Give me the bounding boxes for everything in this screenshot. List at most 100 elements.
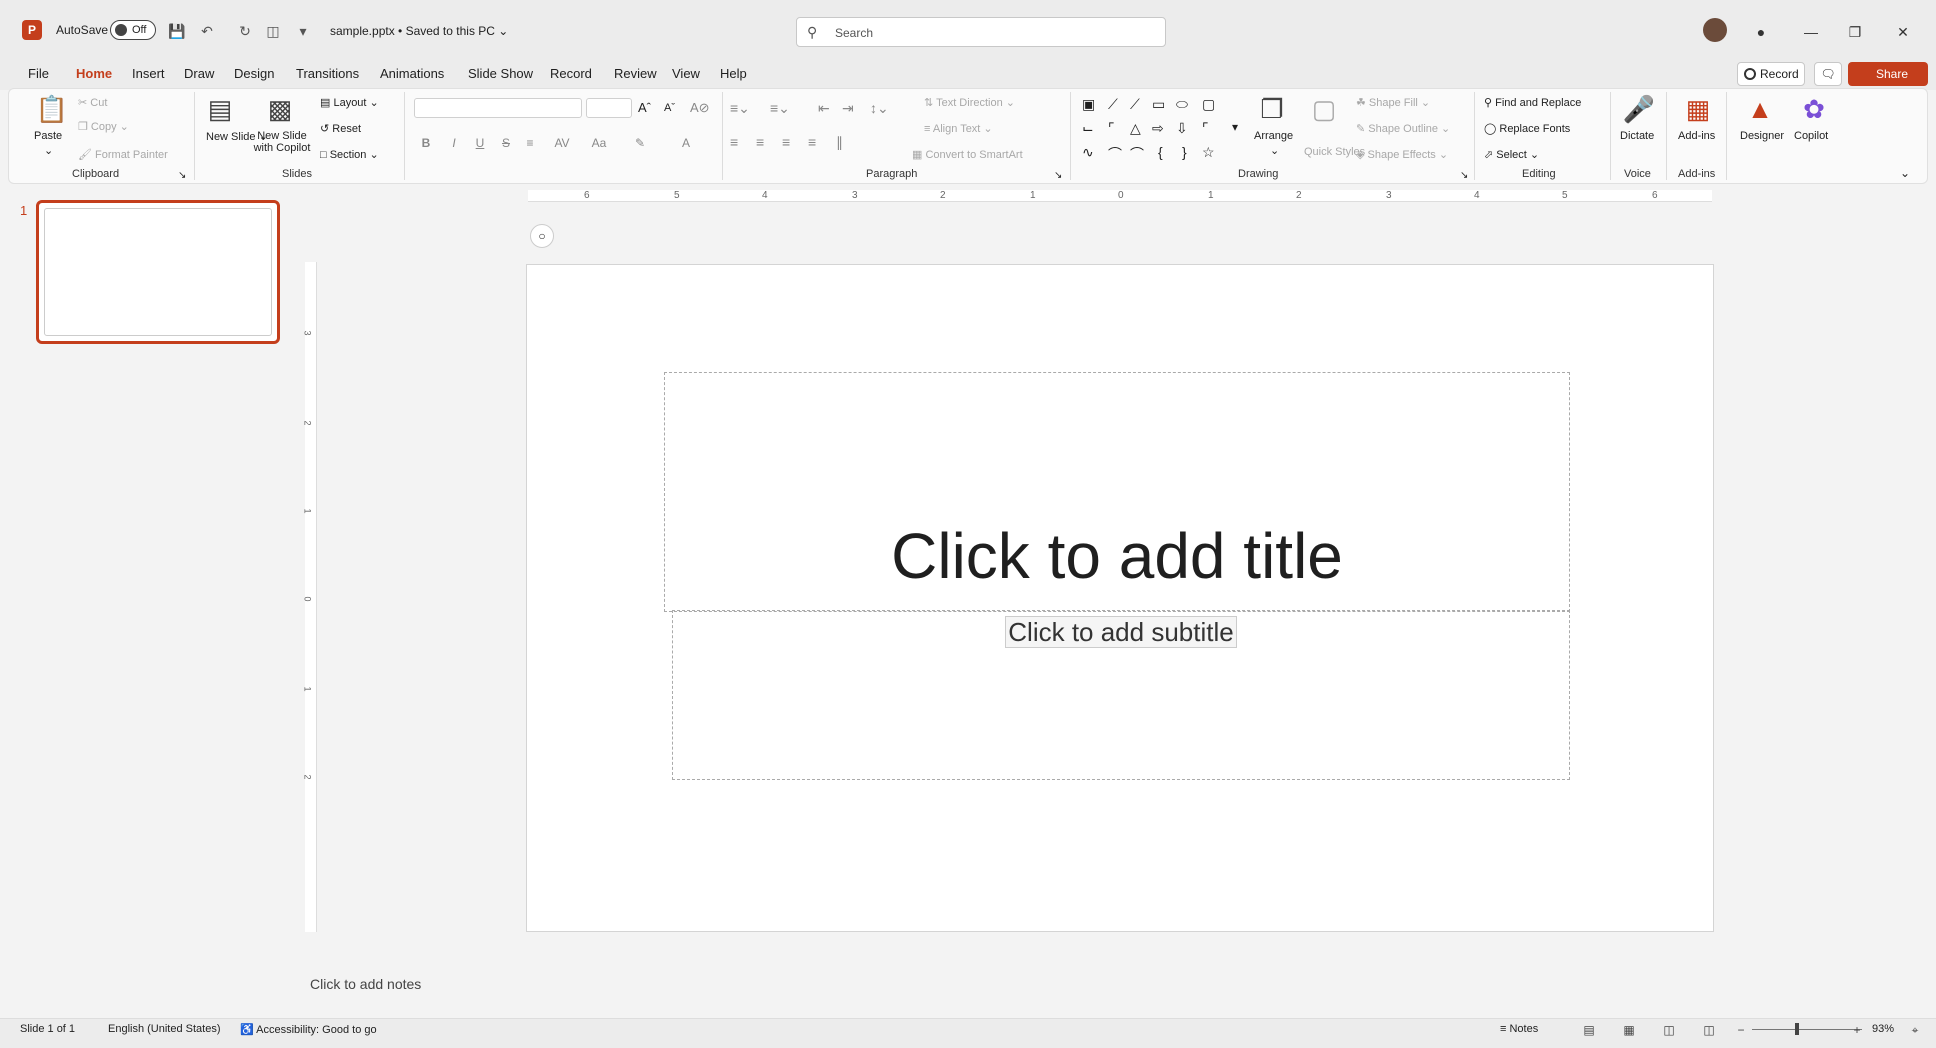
italic-button[interactable]: I (444, 133, 464, 153)
font-color-icon[interactable]: A (676, 133, 696, 153)
shape-effects-button[interactable]: ◈ Shape Effects ⌄ (1356, 148, 1448, 161)
layout-button[interactable]: ▤ Layout ⌄ (320, 96, 379, 109)
triangle-shape-icon[interactable]: △ (1130, 120, 1141, 137)
comments-view-icon[interactable]: ▤ (1578, 1020, 1600, 1040)
increase-font-icon[interactable]: Aˆ (638, 100, 651, 115)
tab-insert[interactable]: Insert (132, 66, 165, 81)
highlight-icon[interactable]: ✎ (630, 133, 650, 153)
designer-button[interactable]: Designer (1740, 130, 1784, 142)
autosave-toggle[interactable]: Off (110, 20, 156, 40)
zoom-out-icon[interactable]: − (1730, 1020, 1752, 1040)
line-spacing-icon[interactable]: ↕⌄ (870, 100, 889, 117)
cut-button[interactable]: ✂ Cut (78, 96, 107, 109)
language-status[interactable]: English (United States) (108, 1023, 221, 1035)
paragraph-launcher-icon[interactable]: ↘ (1054, 170, 1062, 181)
align-text-button[interactable]: ≡ Align Text ⌄ (924, 122, 993, 135)
zoom-in-icon[interactable]: + (1846, 1020, 1868, 1040)
down-arrow-shape-icon[interactable]: ⇩ (1176, 120, 1188, 137)
decrease-indent-icon[interactable]: ⇤ (818, 100, 830, 117)
tab-file[interactable]: File (28, 66, 49, 81)
decrease-font-icon[interactable]: Aˇ (664, 102, 675, 114)
close-icon[interactable]: ✕ (1888, 20, 1918, 44)
notes-placeholder[interactable]: Click to add notes (310, 976, 421, 992)
subtitle-placeholder[interactable]: Click to add subtitle (672, 610, 1570, 780)
shadow-icon[interactable]: ≡ (520, 133, 540, 153)
l-shape-icon[interactable]: ⌜ (1202, 120, 1209, 137)
reading-view-icon[interactable]: ◫ (1658, 1020, 1680, 1040)
restore-icon[interactable]: ❐ (1840, 20, 1870, 44)
share-button[interactable]: Share (1848, 62, 1928, 86)
right-brace-icon[interactable]: } (1182, 144, 1187, 160)
align-right-icon[interactable]: ≡ (782, 134, 790, 150)
zoom-slider-thumb[interactable] (1795, 1023, 1799, 1035)
addins-button[interactable]: Add-ins (1678, 130, 1715, 142)
text-direction-button[interactable]: ⇅ Text Direction ⌄ (924, 96, 1015, 109)
record-button[interactable]: Record (1737, 62, 1805, 86)
search-input[interactable]: ⚲ Search (796, 17, 1166, 47)
shapes-more-icon[interactable]: ▾ (1232, 120, 1238, 134)
left-brace-icon[interactable]: { (1158, 144, 1163, 160)
copilot-notification-icon[interactable]: ● (1746, 20, 1776, 44)
clipboard-launcher-icon[interactable]: ↘ (178, 170, 186, 181)
reset-button[interactable]: ↺ Reset (320, 122, 361, 135)
change-case-icon[interactable]: Aa (584, 133, 614, 153)
strikethrough-button[interactable]: S (496, 133, 516, 153)
convert-smartart-button[interactable]: ▦ Convert to SmartArt (912, 148, 1023, 161)
elbow-connector-icon[interactable]: ⌜ (1108, 120, 1115, 137)
title-placeholder[interactable]: Click to add title (664, 372, 1570, 612)
oval-shape-icon[interactable]: ⬭ (1176, 96, 1188, 113)
star-shape-icon[interactable]: ☆ (1202, 144, 1215, 161)
collapse-ribbon-icon[interactable]: ⌄ (1900, 166, 1910, 180)
shape-outline-button[interactable]: ✎ Shape Outline ⌄ (1356, 122, 1450, 135)
textbox-shape-icon[interactable]: ▣ (1082, 96, 1095, 113)
shape-fill-button[interactable]: ☘ Shape Fill ⌄ (1356, 96, 1430, 109)
dictate-button[interactable]: Dictate (1620, 130, 1654, 142)
notes-toggle-button[interactable]: ≡ Notes (1500, 1023, 1538, 1035)
tab-help[interactable]: Help (720, 66, 747, 81)
microphone-icon[interactable]: 🎤 (1622, 94, 1656, 125)
arrange-dropdown-icon[interactable]: ⌄ (1270, 144, 1279, 157)
replace-fonts-button[interactable]: ◯ Replace Fonts (1484, 122, 1570, 135)
addins-icon[interactable]: ▦ (1680, 94, 1716, 125)
arrange-icon[interactable]: ❐ (1254, 94, 1290, 125)
document-filename[interactable]: sample.pptx • Saved to this PC ⌄ (330, 24, 508, 38)
customize-toolbar-icon[interactable]: ▾ (292, 20, 314, 42)
diagonal-line-icon[interactable]: ⟋ (1130, 96, 1140, 113)
copilot-icon[interactable]: ✿ (1796, 94, 1832, 125)
tab-transitions[interactable]: Transitions (296, 66, 359, 81)
underline-button[interactable]: U (470, 133, 490, 153)
tab-home[interactable]: Home (76, 66, 112, 81)
find-replace-button[interactable]: ⚲ Find and Replace (1484, 96, 1581, 109)
connector-icon[interactable]: ⌙ (1082, 120, 1094, 137)
drawing-launcher-icon[interactable]: ↘ (1460, 170, 1468, 181)
copilot-button[interactable]: Copilot (1794, 130, 1828, 142)
paste-dropdown-icon[interactable]: ⌄ (44, 144, 53, 157)
font-family-combo[interactable] (414, 98, 582, 118)
clear-formatting-icon[interactable]: A⊘ (690, 100, 710, 116)
accessibility-status[interactable]: ♿ Accessibility: Good to go (240, 1023, 377, 1036)
tab-animations[interactable]: Animations (380, 66, 444, 81)
paste-icon[interactable]: 📋 (34, 94, 70, 125)
rectangle-shape-icon[interactable]: ▭ (1152, 96, 1165, 113)
bullets-icon[interactable]: ≡⌄ (730, 100, 750, 117)
copilot-slide-icon[interactable]: ○ (530, 224, 554, 248)
minimize-icon[interactable]: — (1796, 20, 1826, 44)
slideshow-view-icon[interactable]: ◫ (1698, 1020, 1720, 1040)
align-center-icon[interactable]: ≡ (756, 134, 764, 150)
format-painter-button[interactable]: 🖌 Format Painter (78, 148, 168, 161)
redo-icon[interactable]: ↻ (234, 20, 256, 42)
align-left-icon[interactable]: ≡ (730, 134, 738, 150)
paste-button-label[interactable]: Paste (34, 130, 62, 142)
tab-record[interactable]: Record (550, 66, 592, 81)
present-icon[interactable]: ◫ (262, 20, 284, 42)
zoom-level[interactable]: 93% (1872, 1023, 1894, 1035)
save-icon[interactable]: 💾 (166, 20, 188, 42)
fit-to-window-icon[interactable]: ⌖ (1904, 1020, 1926, 1040)
right-arrow-shape-icon[interactable]: ⇨ (1152, 120, 1164, 137)
copy-button[interactable]: ❐ Copy ⌄ (78, 120, 129, 133)
new-slide-copilot-button[interactable]: New Slide with Copilot (250, 130, 314, 154)
slide-sorter-icon[interactable]: ▦ (1618, 1020, 1640, 1040)
select-button[interactable]: ⬀ Select ⌄ (1484, 148, 1539, 161)
arc-shape-icon[interactable]: ⌒ (1108, 144, 1122, 164)
font-size-combo[interactable] (586, 98, 632, 118)
